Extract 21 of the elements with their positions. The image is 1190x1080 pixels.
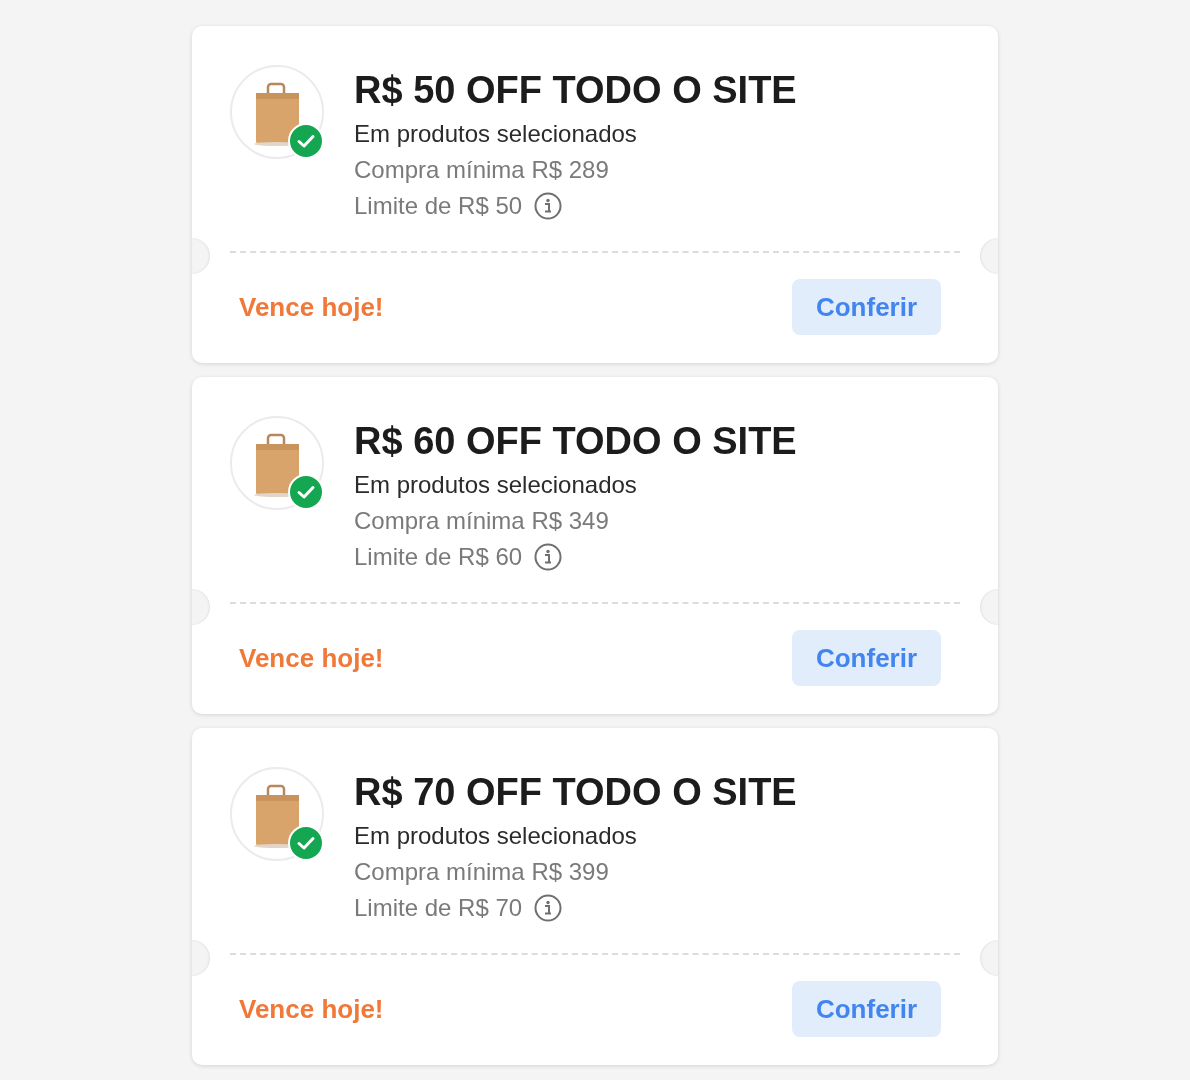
coupon-title: R$ 70 OFF TODO O SITE [354,770,797,815]
coupon-title: R$ 60 OFF TODO O SITE [354,419,797,464]
expiry-text: Vence hoje! [239,641,384,675]
info-icon[interactable] [534,192,563,220]
minimum-purchase-text: Compra mínima R$ 349 [354,506,610,536]
info-icon[interactable] [534,543,563,571]
info-icon[interactable] [534,894,563,922]
coupon-subtitle: Em produtos selecionados [354,821,638,851]
coupon-subtitle: Em produtos selecionados [354,119,638,149]
expiry-text: Vence hoje! [239,290,384,324]
limit-text: Limite de R$ 50 [354,191,523,221]
minimum-purchase-text: Compra mínima R$ 399 [354,857,610,887]
limit-text: Limite de R$ 70 [354,893,523,923]
check-button[interactable]: Conferir [792,279,941,335]
check-button[interactable]: Conferir [792,981,941,1037]
coupon-subtitle: Em produtos selecionados [354,470,638,500]
coupon-title: R$ 50 OFF TODO O SITE [354,68,797,113]
check-button[interactable]: Conferir [792,630,941,686]
limit-text: Limite de R$ 60 [354,542,523,572]
minimum-purchase-text: Compra mínima R$ 289 [354,155,610,185]
expiry-text: Vence hoje! [239,992,384,1026]
